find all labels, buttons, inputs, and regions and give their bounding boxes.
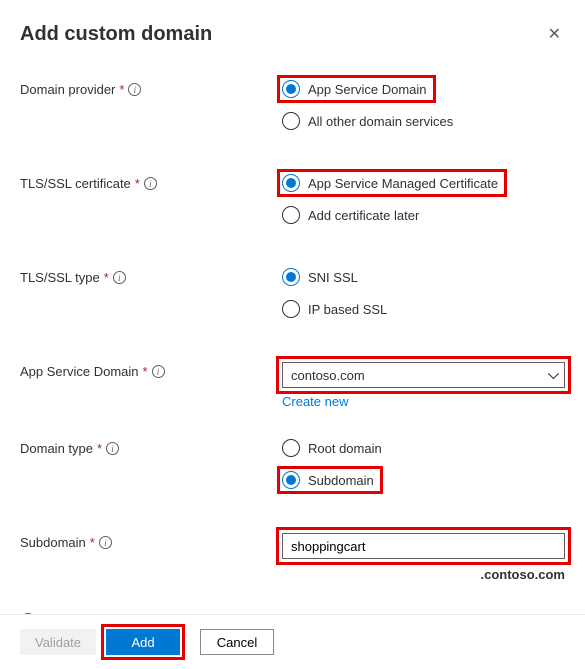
- radio-label: SNI SSL: [308, 270, 358, 285]
- radio-label: App Service Managed Certificate: [308, 176, 498, 191]
- info-icon[interactable]: i: [113, 271, 126, 284]
- radio-unselected-icon: [282, 439, 300, 457]
- domain-type-root-option[interactable]: Root domain: [282, 439, 565, 457]
- radio-label: IP based SSL: [308, 302, 387, 317]
- tls-cert-managed-option[interactable]: App Service Managed Certificate: [282, 174, 565, 192]
- subdomain-suffix: .contoso.com: [282, 567, 565, 582]
- radio-unselected-icon: [282, 112, 300, 130]
- subdomain-label: Subdomain: [20, 535, 86, 550]
- required-asterisk: *: [135, 176, 140, 191]
- radio-selected-icon: [282, 268, 300, 286]
- info-icon[interactable]: i: [106, 442, 119, 455]
- domain-type-subdomain-option[interactable]: Subdomain: [282, 471, 565, 489]
- required-asterisk: *: [119, 82, 124, 97]
- add-button[interactable]: Add: [106, 629, 180, 655]
- required-asterisk: *: [143, 364, 148, 379]
- chevron-down-icon: [548, 368, 559, 379]
- radio-label: All other domain services: [308, 114, 453, 129]
- close-icon[interactable]: ✕: [544, 20, 565, 48]
- tls-cert-later-option[interactable]: Add certificate later: [282, 206, 565, 224]
- create-new-link[interactable]: Create new: [282, 394, 348, 409]
- required-asterisk: *: [97, 441, 102, 456]
- radio-unselected-icon: [282, 206, 300, 224]
- tls-type-ip-option[interactable]: IP based SSL: [282, 300, 565, 318]
- cancel-button[interactable]: Cancel: [200, 629, 274, 655]
- dropdown-value: contoso.com: [291, 368, 365, 383]
- radio-selected-icon: [282, 174, 300, 192]
- info-icon[interactable]: i: [144, 177, 157, 190]
- radio-unselected-icon: [282, 300, 300, 318]
- app-service-domain-label: App Service Domain: [20, 364, 139, 379]
- radio-selected-icon: [282, 80, 300, 98]
- radio-label: Subdomain: [308, 473, 374, 488]
- panel-title: Add custom domain: [20, 23, 212, 46]
- radio-label: Root domain: [308, 441, 382, 456]
- domain-provider-app-service-option[interactable]: App Service Domain: [282, 80, 565, 98]
- info-icon[interactable]: i: [128, 83, 141, 96]
- required-asterisk: *: [90, 535, 95, 550]
- tls-cert-label: TLS/SSL certificate: [20, 176, 131, 191]
- info-icon[interactable]: i: [152, 365, 165, 378]
- tls-type-sni-option[interactable]: SNI SSL: [282, 268, 565, 286]
- radio-label: App Service Domain: [308, 82, 427, 97]
- domain-type-label: Domain type: [20, 441, 93, 456]
- required-asterisk: *: [104, 270, 109, 285]
- validate-button[interactable]: Validate: [20, 629, 96, 655]
- app-service-domain-dropdown[interactable]: contoso.com: [282, 362, 565, 388]
- domain-provider-label: Domain provider: [20, 82, 115, 97]
- footer-buttons: Validate Add Cancel: [0, 614, 585, 669]
- radio-label: Add certificate later: [308, 208, 419, 223]
- subdomain-input[interactable]: [282, 533, 565, 559]
- domain-provider-other-option[interactable]: All other domain services: [282, 112, 565, 130]
- info-icon[interactable]: i: [99, 536, 112, 549]
- tls-type-label: TLS/SSL type: [20, 270, 100, 285]
- radio-selected-icon: [282, 471, 300, 489]
